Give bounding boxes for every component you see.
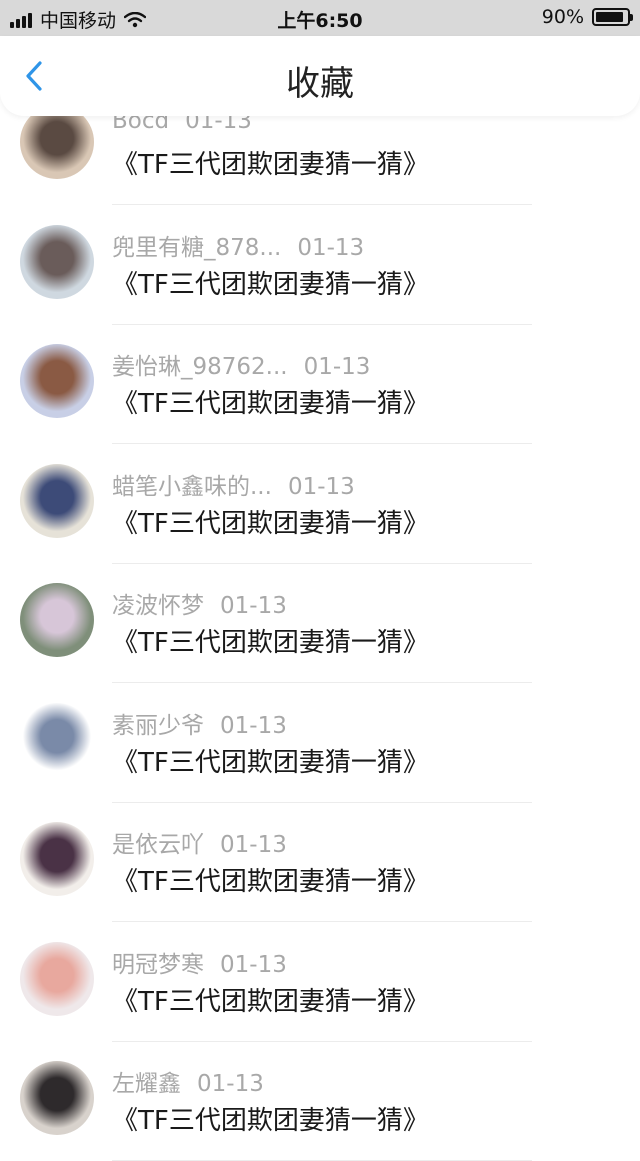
item-title[interactable]: 《TF三代团欺团妻猜一猜》 [112,981,429,1018]
item-meta: 凌波怀梦 01-13 [112,586,287,620]
username[interactable]: 素丽少爷 [112,713,204,739]
avatar[interactable] [20,702,94,777]
list-item[interactable]: 姜怡琳_98762... 01-13 《TF三代团欺团妻猜一猜》 [0,325,640,444]
list-item[interactable]: 左耀鑫 01-13 《TF三代团欺团妻猜一猜》 [0,1042,640,1161]
avatar[interactable] [20,105,94,179]
item-meta: 左耀鑫 01-13 [112,1064,264,1098]
item-meta: 素丽少爷 01-13 [112,706,287,740]
item-meta: 兜里有糖_878... 01-13 [112,228,364,262]
list-item[interactable]: 兜里有糖_878... 01-13 《TF三代团欺团妻猜一猜》 [0,206,640,325]
username[interactable]: 是依云吖 [112,832,204,858]
avatar[interactable] [20,224,94,299]
status-bar: 中国移动 上午6:50 90% [0,0,640,36]
battery-percent: 90% [541,6,584,28]
item-title[interactable]: 《TF三代团欺团妻猜一猜》 [112,264,429,301]
item-title[interactable]: 《TF三代团欺团妻猜一猜》 [112,742,429,779]
avatar[interactable] [20,583,94,657]
username[interactable]: 兜里有糖_878... [112,235,281,261]
username[interactable]: 凌波怀梦 [112,593,204,619]
status-right: 90% [541,6,633,28]
item-title[interactable]: 《TF三代团欺团妻猜一猜》 [112,622,429,659]
list-item[interactable]: 蜡笔小鑫味的... 01-13 《TF三代团欺团妻猜一猜》 [0,445,640,564]
avatar[interactable] [20,463,94,538]
item-title[interactable]: 《TF三代团欺团妻猜一猜》 [112,503,429,540]
item-meta: 姜怡琳_98762... 01-13 [112,347,370,381]
item-date: 01-13 [220,712,287,739]
item-date: 01-13 [220,951,287,978]
list-item[interactable]: 是依云吖 01-13 《TF三代团欺团妻猜一猜》 [0,803,640,922]
item-date: 01-13 [297,234,365,261]
username[interactable]: 蜡笔小鑫味的... [112,474,272,500]
battery-tip [630,14,633,21]
item-title[interactable]: 《TF三代团欺团妻猜一猜》 [112,144,429,181]
item-title[interactable]: 《TF三代团欺团妻猜一猜》 [112,1100,429,1137]
avatar[interactable] [20,822,94,896]
username[interactable]: 明冠梦寒 [112,952,204,978]
item-title[interactable]: 《TF三代团欺团妻猜一猜》 [112,383,429,420]
battery-level-fill [596,12,623,22]
item-date: 01-13 [287,473,355,500]
item-date: 01-13 [303,354,371,380]
username[interactable]: 姜怡琳_98762... [112,354,288,380]
list-item[interactable]: 素丽少爷 01-13 《TF三代团欺团妻猜一猜》 [0,684,640,803]
item-title[interactable]: 《TF三代团欺团妻猜一猜》 [112,861,429,898]
battery-icon [592,8,633,26]
item-date: 01-13 [220,832,287,858]
page-title: 收藏 [286,64,354,104]
avatar[interactable] [20,1061,94,1135]
list-item[interactable]: 凌波怀梦 01-13 《TF三代团欺团妻猜一猜》 [0,564,640,683]
item-meta: 蜡笔小鑫味的... 01-13 [112,467,355,501]
item-date: 01-13 [197,1071,264,1097]
list-item[interactable]: 明冠梦寒 01-13 《TF三代团欺团妻猜一猜》 [0,923,640,1042]
avatar[interactable] [20,941,94,1016]
item-meta: 明冠梦寒 01-13 [112,945,287,979]
username[interactable]: 左耀鑫 [112,1071,181,1097]
item-date: 01-13 [220,593,287,619]
nav-bar: 收藏 [0,36,640,116]
avatar[interactable] [20,344,94,418]
item-meta: 是依云吖 01-13 [112,825,287,859]
